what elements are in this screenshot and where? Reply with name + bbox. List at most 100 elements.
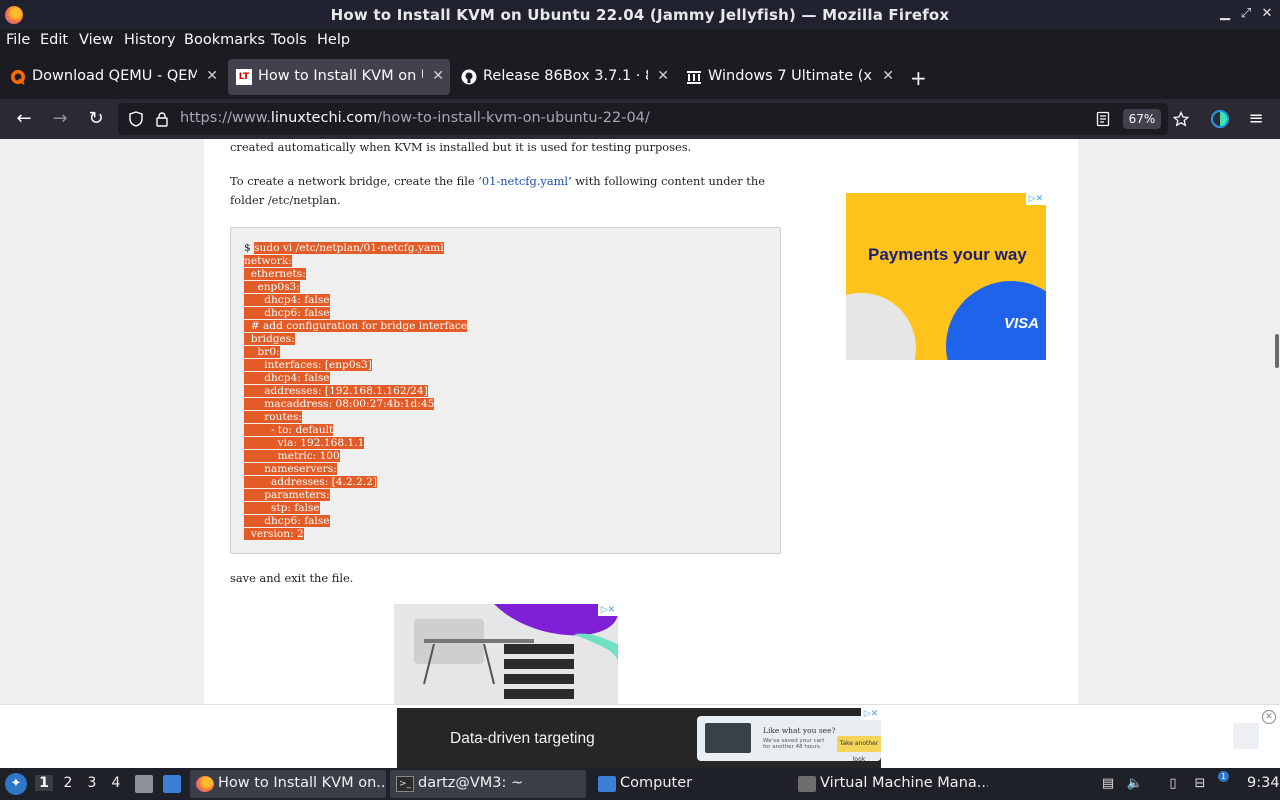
terminal-icon: >_	[396, 776, 414, 792]
ad-card-text: We've saved your cart for another 48 hou…	[763, 738, 825, 750]
maximize-button[interactable]: ⤢	[1237, 5, 1255, 23]
article-paragraph: save and exit the file.	[230, 571, 354, 585]
minimize-button[interactable]: ▁	[1216, 5, 1234, 23]
file-manager-icon[interactable]	[163, 775, 181, 793]
workspace-2[interactable]: 2	[59, 775, 77, 791]
reload-button[interactable]: ↻	[84, 107, 108, 131]
code-line: dhcp6: false	[244, 307, 330, 319]
code-block[interactable]: $ sudo vi /etc/netplan/01-netcfg.yaml net…	[230, 227, 781, 554]
zoom-level-button[interactable]: 67%	[1123, 109, 1161, 129]
workspace-3[interactable]: 3	[83, 775, 101, 791]
menu-view[interactable]: View	[79, 32, 113, 48]
ad-cart-card[interactable]: Like what you see? We've saved your cart…	[697, 716, 881, 763]
bottom-ad-banner[interactable]: Data-driven targeting Like what you see?…	[397, 708, 881, 769]
shoe-image	[705, 723, 751, 753]
window-title: How to Install KVM on Ubuntu 22.04 (Jamm…	[330, 6, 950, 24]
taskbar: ✦ 1 2 3 4 How to Install KVM on... >_ da…	[0, 768, 1280, 800]
reader-view-icon[interactable]	[1095, 111, 1111, 127]
tab-label: Release 86Box 3.7.1 · 86Box	[483, 68, 648, 84]
close-window-button[interactable]: ✕	[1258, 5, 1276, 23]
visa-logo: VISA	[1004, 315, 1040, 332]
code-line: addresses: [192.168.1.162/24]	[244, 385, 428, 397]
back-button[interactable]: ←	[12, 107, 36, 131]
tab-windows7[interactable]: Windows 7 Ultimate (x64 ✕	[678, 59, 900, 95]
article-content: created automatically when KVM is instal…	[204, 139, 808, 704]
ad-headline: Payments your way	[868, 245, 1027, 264]
close-ad-button[interactable]: ✕	[1262, 710, 1276, 724]
bookmark-star-icon[interactable]	[1173, 111, 1189, 127]
menu-bookmarks[interactable]: Bookmarks	[184, 32, 265, 48]
code-line: dhcp4: false	[244, 372, 330, 384]
inline-ad-image[interactable]: ▷✕	[394, 604, 618, 704]
linuxtechi-icon: LT	[236, 69, 252, 85]
app-menu-button[interactable]: ≡	[1244, 107, 1268, 131]
ad-cta-button[interactable]: Take another look	[837, 736, 881, 763]
tab-close-icon[interactable]: ✕	[657, 68, 669, 84]
notifications-tray-icon[interactable]: 1	[1216, 771, 1234, 793]
qemu-icon	[11, 70, 25, 85]
office-servers-picture	[394, 604, 618, 704]
volume-tray-icon[interactable]: 🔈	[1126, 775, 1144, 793]
adchoices-icon[interactable]: ▷✕	[861, 708, 881, 720]
clock[interactable]: 9:34	[1247, 775, 1280, 791]
menu-file[interactable]: File	[6, 32, 30, 48]
folder-icon	[598, 776, 616, 792]
tab-close-icon[interactable]: ✕	[432, 68, 444, 84]
menu-history[interactable]: History	[124, 32, 176, 48]
new-tab-button[interactable]: +	[910, 66, 927, 90]
task-computer[interactable]: Computer	[592, 770, 788, 798]
shield-icon[interactable]	[128, 111, 144, 127]
clipboard-tray-icon[interactable]: ▯	[1164, 775, 1182, 793]
archive-icon	[687, 71, 701, 84]
bottom-ad-bar: Data-driven targeting Like what you see?…	[0, 704, 1280, 769]
netcfg-link[interactable]: 01-netcfg.yaml	[482, 174, 568, 188]
start-menu-button[interactable]: ✦	[5, 773, 27, 795]
menu-tools[interactable]: Tools	[271, 32, 307, 48]
task-terminal[interactable]: >_ dartz@VM3: ~	[390, 770, 586, 798]
tab-strip: Download QEMU - QEMU ✕ LT How to Install…	[0, 54, 1280, 99]
updates-tray-icon[interactable]: ▤	[1099, 775, 1117, 793]
account-icon[interactable]	[1208, 107, 1232, 131]
code-line: addresses: [4.2.2.2]	[244, 476, 377, 488]
code-line: dhcp6: false	[244, 515, 330, 527]
adchoices-icon[interactable]: ▷✕	[598, 604, 618, 616]
tab-qemu[interactable]: Download QEMU - QEMU ✕	[2, 59, 224, 95]
code-line: via: 192.168.1.1	[244, 437, 365, 449]
code-line: network:	[244, 255, 292, 267]
tab-close-icon[interactable]: ✕	[882, 68, 894, 84]
window-titlebar: How to Install KVM on Ubuntu 22.04 (Jamm…	[0, 0, 1280, 29]
url-bar[interactable]: https://www.linuxtechi.com/how-to-instal…	[118, 103, 1189, 135]
forward-button[interactable]: →	[48, 107, 72, 131]
code-line: stp: false	[244, 502, 320, 514]
adchoices-icon[interactable]: ▷✕	[1026, 193, 1046, 205]
code-line: parameters:	[244, 489, 330, 501]
tab-label: How to Install KVM on Ubuntu	[258, 68, 423, 84]
payments-ad-banner[interactable]: Payments your way VISA ▷✕	[846, 193, 1046, 360]
show-desktop-icon[interactable]	[135, 775, 153, 793]
tab-linuxtechi[interactable]: LT How to Install KVM on Ubuntu ✕	[228, 59, 450, 95]
url-text: https://www.linuxtechi.com/how-to-instal…	[180, 110, 650, 126]
task-firefox[interactable]: How to Install KVM on...	[190, 770, 386, 798]
page-scrollbar-thumb[interactable]	[1275, 334, 1279, 368]
virt-manager-icon	[798, 776, 816, 792]
code-line: routes:	[244, 411, 303, 423]
tab-label: Windows 7 Ultimate (x64	[708, 68, 873, 84]
task-virt-manager[interactable]: Virtual Machine Mana...	[792, 770, 988, 798]
code-line: metric: 100	[244, 450, 340, 462]
github-icon	[461, 69, 477, 85]
network-tray-icon[interactable]: ⊟	[1191, 775, 1209, 793]
code-line: bridges:	[244, 333, 295, 345]
workspace-1[interactable]: 1	[35, 775, 53, 791]
tab-86box-release[interactable]: Release 86Box 3.7.1 · 86Box ✕	[453, 59, 675, 95]
tab-label: Download QEMU - QEMU	[32, 68, 197, 84]
code-line: - to: default	[244, 424, 334, 436]
notification-badge: 1	[1218, 771, 1229, 782]
lock-icon[interactable]	[154, 111, 170, 127]
menu-edit[interactable]: Edit	[40, 32, 68, 48]
tab-close-icon[interactable]: ✕	[206, 68, 218, 84]
menu-bar: File Edit View History Bookmarks Tools H…	[0, 29, 1280, 54]
ad-placeholder	[1233, 723, 1259, 749]
code-line: $ sudo vi /etc/netplan/01-netcfg.yaml	[244, 242, 444, 254]
menu-help[interactable]: Help	[317, 32, 350, 48]
workspace-4[interactable]: 4	[107, 775, 125, 791]
